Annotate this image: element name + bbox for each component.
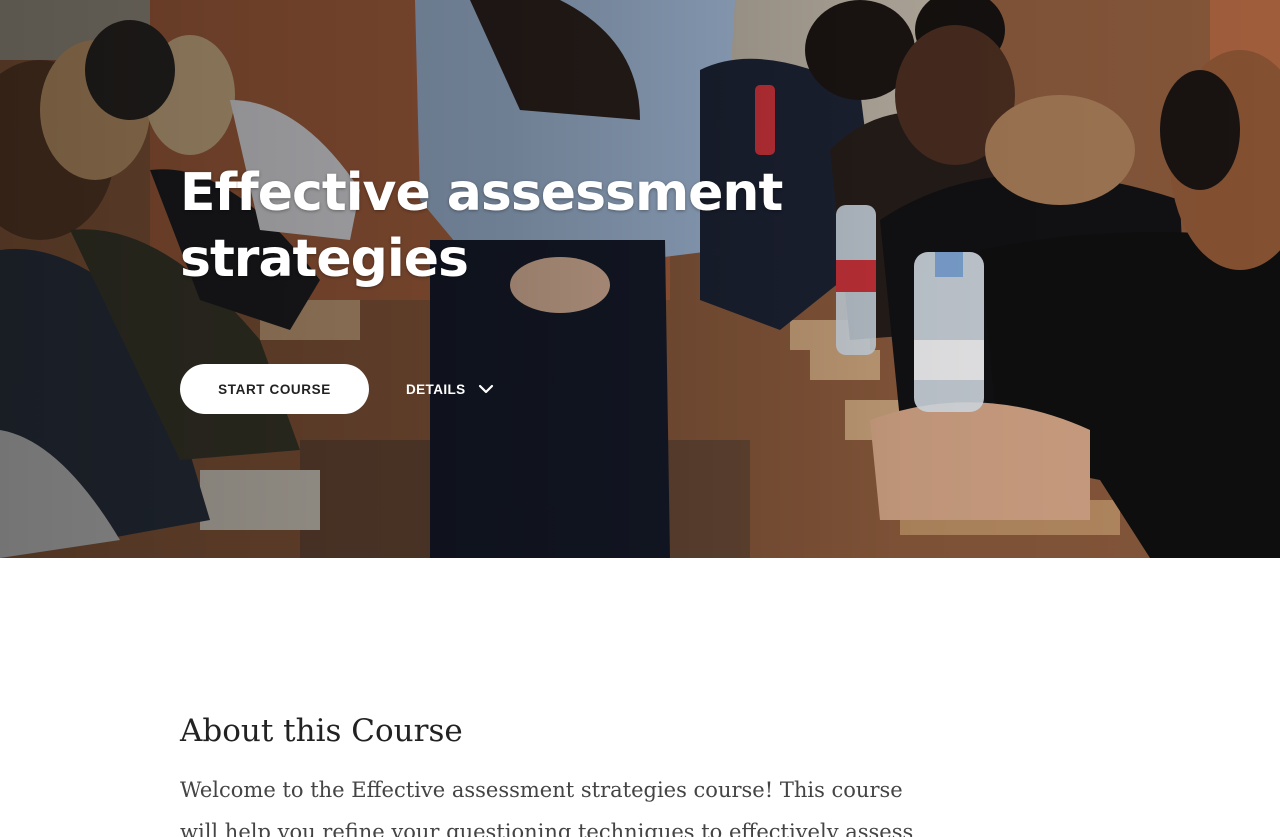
- start-course-button[interactable]: START COURSE: [180, 364, 369, 414]
- hero-content: Effective assessment strategies: [180, 160, 800, 292]
- chevron-down-icon: [478, 384, 493, 394]
- course-hero: Effective assessment strategies START CO…: [0, 0, 1280, 558]
- course-title: Effective assessment strategies: [180, 163, 783, 289]
- course-page: Effective assessment strategies START CO…: [0, 0, 1280, 837]
- about-description: Welcome to the Effective assessment stra…: [180, 778, 914, 837]
- hero-actions: START COURSE DETAILS: [180, 364, 494, 414]
- details-toggle[interactable]: DETAILS: [406, 381, 494, 397]
- details-label: DETAILS: [406, 381, 466, 397]
- about-heading: About this Course: [180, 713, 463, 749]
- about-section: About this Course Welcome to the Effecti…: [180, 705, 940, 837]
